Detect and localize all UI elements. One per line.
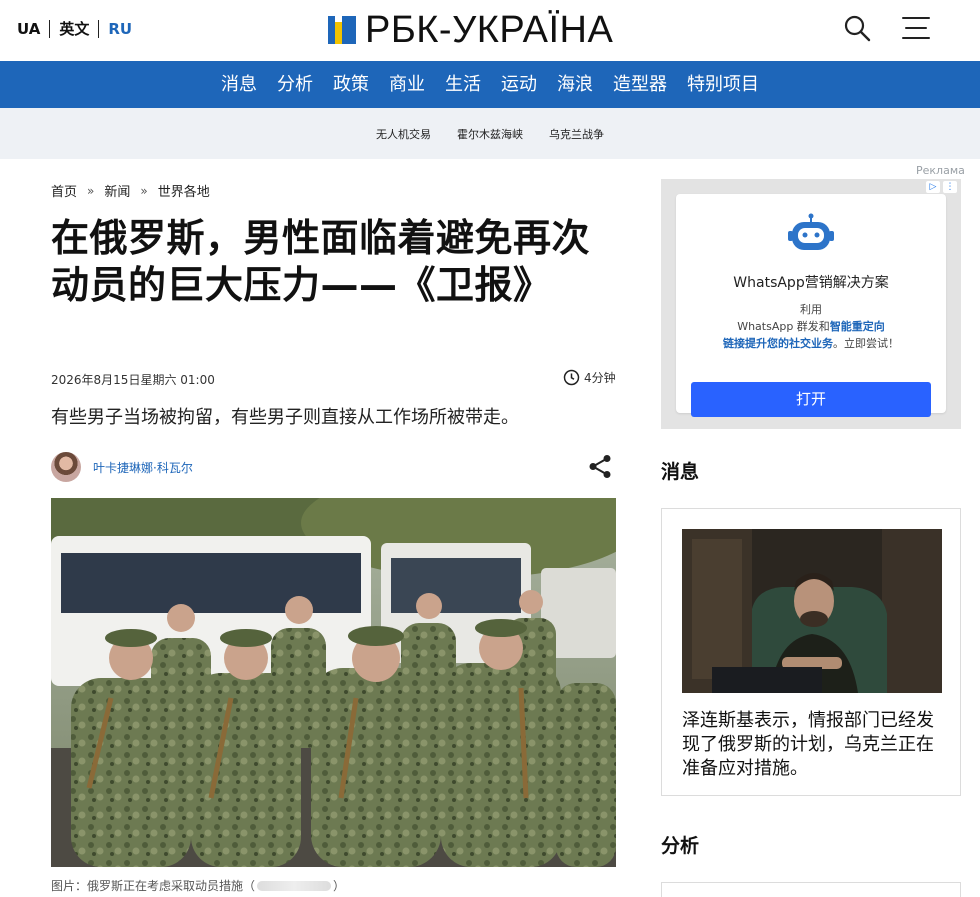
nav-styler[interactable]: 造型器 xyxy=(603,61,677,108)
ad-card[interactable]: WhatsApp营销解决方案 利用 WhatsApp 群发和智能重定向 链接提升… xyxy=(676,194,946,417)
sidebar-analysis-heading: 分析 xyxy=(661,835,700,857)
nav-analysis[interactable]: 分析 xyxy=(267,61,323,108)
nav-waves[interactable]: 海浪 xyxy=(547,61,603,108)
nav-business[interactable]: 商业 xyxy=(379,61,435,108)
ad-description: 利用 WhatsApp 群发和智能重定向 链接提升您的社交业务。立即尝试！ xyxy=(698,301,924,352)
article-date: 2026年8月15日星期六 01:00 xyxy=(51,373,215,387)
nav-politics[interactable]: 政策 xyxy=(323,61,379,108)
sidebar-analysis-card[interactable] xyxy=(661,882,961,897)
breadcrumb-separator: » xyxy=(140,183,148,198)
sidebar-news-heading: 消息 xyxy=(661,461,700,483)
share-button[interactable] xyxy=(587,453,614,480)
ad-label: Реклама xyxy=(916,164,965,177)
nav-news[interactable]: 消息 xyxy=(211,61,267,108)
breadcrumb-news[interactable]: 新闻 xyxy=(104,181,130,200)
image-caption: 图片：俄罗斯正在考虑采取动员措施（ ） xyxy=(51,877,345,894)
breadcrumb-world[interactable]: 世界各地 xyxy=(158,181,210,200)
lang-en[interactable]: 英文 xyxy=(49,20,98,38)
author-avatar[interactable] xyxy=(51,452,81,482)
breadcrumb-home[interactable]: 首页 xyxy=(51,181,77,200)
hamburger-menu-icon xyxy=(902,17,930,19)
logo-text: РБК-УКРАЇНА xyxy=(365,9,614,51)
nav-sport[interactable]: 运动 xyxy=(491,61,547,108)
adchoices[interactable]: ▷ ⋮ xyxy=(926,181,957,193)
read-time: 4分钟 xyxy=(563,369,616,386)
news-card-title[interactable]: 泽连斯基表示，情报部门已经发现了俄罗斯的计划，乌克兰正在准备应对措施。 xyxy=(682,709,940,781)
trending-tags: 无人机交易 霍尔木兹海峡 乌克兰战争 xyxy=(0,108,980,159)
language-switcher: UA 英文 RU xyxy=(17,20,141,38)
ad-open-button[interactable]: 打开 xyxy=(691,382,931,417)
lang-ua[interactable]: UA xyxy=(17,20,49,38)
share-icon xyxy=(589,455,611,478)
ad-desc-line1: 利用 xyxy=(800,303,822,316)
ad-desc-line2: WhatsApp 群发和智能重定向 xyxy=(737,320,885,333)
nav-life[interactable]: 生活 xyxy=(435,61,491,108)
ad-title: WhatsApp营销解决方案 xyxy=(733,275,889,291)
tag-drone-deal[interactable]: 无人机交易 xyxy=(363,126,444,142)
clock-icon xyxy=(563,369,580,386)
author-block: 叶卡捷琳娜·科瓦尔 xyxy=(51,452,193,482)
site-header: UA 英文 RU РБК-УКРАЇНА xyxy=(0,0,980,61)
search-icon xyxy=(844,15,871,42)
tag-hormuz[interactable]: 霍尔木兹海峡 xyxy=(444,126,536,142)
main-nav: 消息 分析 政策 商业 生活 运动 海浪 造型器 特别项目 xyxy=(0,61,980,108)
author-name[interactable]: 叶卡捷琳娜·科瓦尔 xyxy=(93,459,193,476)
breadcrumb: 首页 » 新闻 » 世界各地 xyxy=(51,181,210,201)
read-time-label: 4分钟 xyxy=(584,371,616,385)
article-lead: 有些男子当场被拘留，有些男子则直接从工作场所被带走。 xyxy=(51,407,519,428)
article-headline: 在俄罗斯，男性面临着避免再次动员的巨大压力——《卫报》 xyxy=(51,216,591,307)
caption-close: ） xyxy=(333,879,346,893)
lang-ru[interactable]: RU xyxy=(98,20,141,38)
site-logo[interactable]: РБК-УКРАЇНА xyxy=(328,8,613,52)
ad-banner[interactable]: ▷ ⋮ WhatsApp营销解决方案 利用 WhatsApp 群发和智能重定向 … xyxy=(661,179,961,429)
search-button[interactable] xyxy=(843,14,871,42)
adchoices-icon[interactable]: ▷ xyxy=(926,181,940,193)
chatbot-icon xyxy=(788,213,834,250)
tag-ukraine-war[interactable]: 乌克兰战争 xyxy=(536,126,617,142)
ad-desc-line3: 链接提升您的社交业务。立即尝试！ xyxy=(723,337,899,350)
sidebar-news-card[interactable]: 泽连斯基表示，情报部门已经发现了俄罗斯的计划，乌克兰正在准备应对措施。 xyxy=(661,508,961,796)
article-hero-image xyxy=(51,498,616,867)
ad-options-icon[interactable]: ⋮ xyxy=(943,181,957,193)
news-card-image[interactable] xyxy=(682,529,942,693)
logo-mark-icon xyxy=(328,16,356,44)
caption-text: 图片：俄罗斯正在考虑采取动员措施（ xyxy=(51,879,256,893)
caption-source-redacted xyxy=(257,880,332,891)
menu-button[interactable] xyxy=(902,17,930,39)
breadcrumb-separator: » xyxy=(87,183,95,198)
nav-special-projects[interactable]: 特别项目 xyxy=(677,61,769,108)
